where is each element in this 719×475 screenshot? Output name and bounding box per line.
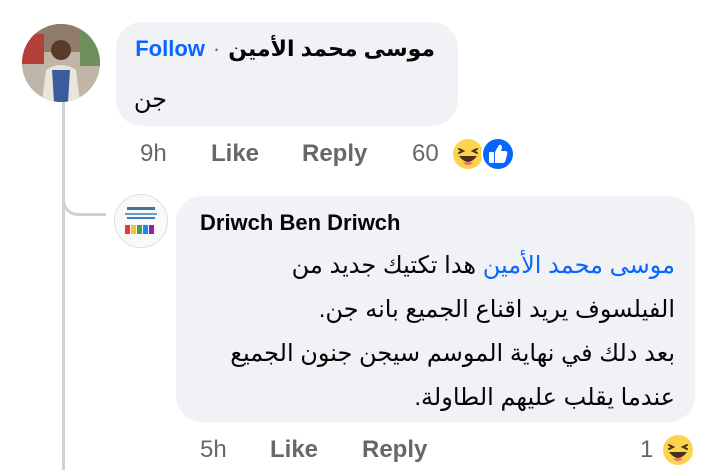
reply-actions: 5h Like Reply 1 [0, 430, 719, 470]
reply-text-line-3: بعد دلك في نهاية الموسم سيجن جنون الجميع [230, 340, 675, 367]
separator-dot: · [212, 36, 221, 61]
comment-timestamp[interactable]: 9h [140, 140, 167, 168]
reply-avatar[interactable] [114, 194, 168, 248]
reply-button[interactable]: Reply [302, 140, 367, 168]
reply-text-line-1: موسى محمد الأمين هدا تكتيك جديد من [195, 244, 675, 288]
reply-text: موسى محمد الأمين هدا تكتيك جديد من الفيل… [195, 244, 675, 420]
reply-reply-button[interactable]: Reply [362, 436, 427, 464]
thread-line-elbow [62, 190, 106, 216]
reply-timestamp[interactable]: 5h [200, 436, 227, 464]
page-logo-icon [115, 195, 167, 247]
comment-author-name[interactable]: موسى محمد الأمين [228, 36, 435, 62]
reply-reaction-count[interactable]: 1 [640, 436, 653, 464]
reply-like-button[interactable]: Like [270, 436, 318, 464]
haha-emoji-icon[interactable] [660, 432, 696, 468]
reply-author-name[interactable]: Driwch Ben Driwch [200, 210, 400, 236]
person-photo-icon [22, 24, 100, 102]
follow-button[interactable]: Follow [135, 36, 205, 62]
comment-text: جن [133, 86, 167, 113]
like-button[interactable]: Like [211, 140, 259, 168]
comment-actions: 9h Like Reply 60 [0, 134, 719, 174]
comment-header: Follow · موسى محمد الأمين [135, 36, 435, 62]
mention-link[interactable]: موسى محمد الأمين [483, 252, 675, 279]
reaction-count[interactable]: 60 [412, 140, 439, 168]
reply-text-line-2: الفيلسوف يريد اقناع الجميع بانه جن. [318, 296, 675, 323]
reply-text-line-4: عندما يقلب عليهم الطاولة. [414, 384, 675, 411]
reply-text-line-1-rest: هدا تكتيك جديد من [291, 252, 477, 279]
commenter-avatar[interactable] [22, 24, 100, 102]
like-thumb-icon[interactable] [480, 136, 516, 172]
